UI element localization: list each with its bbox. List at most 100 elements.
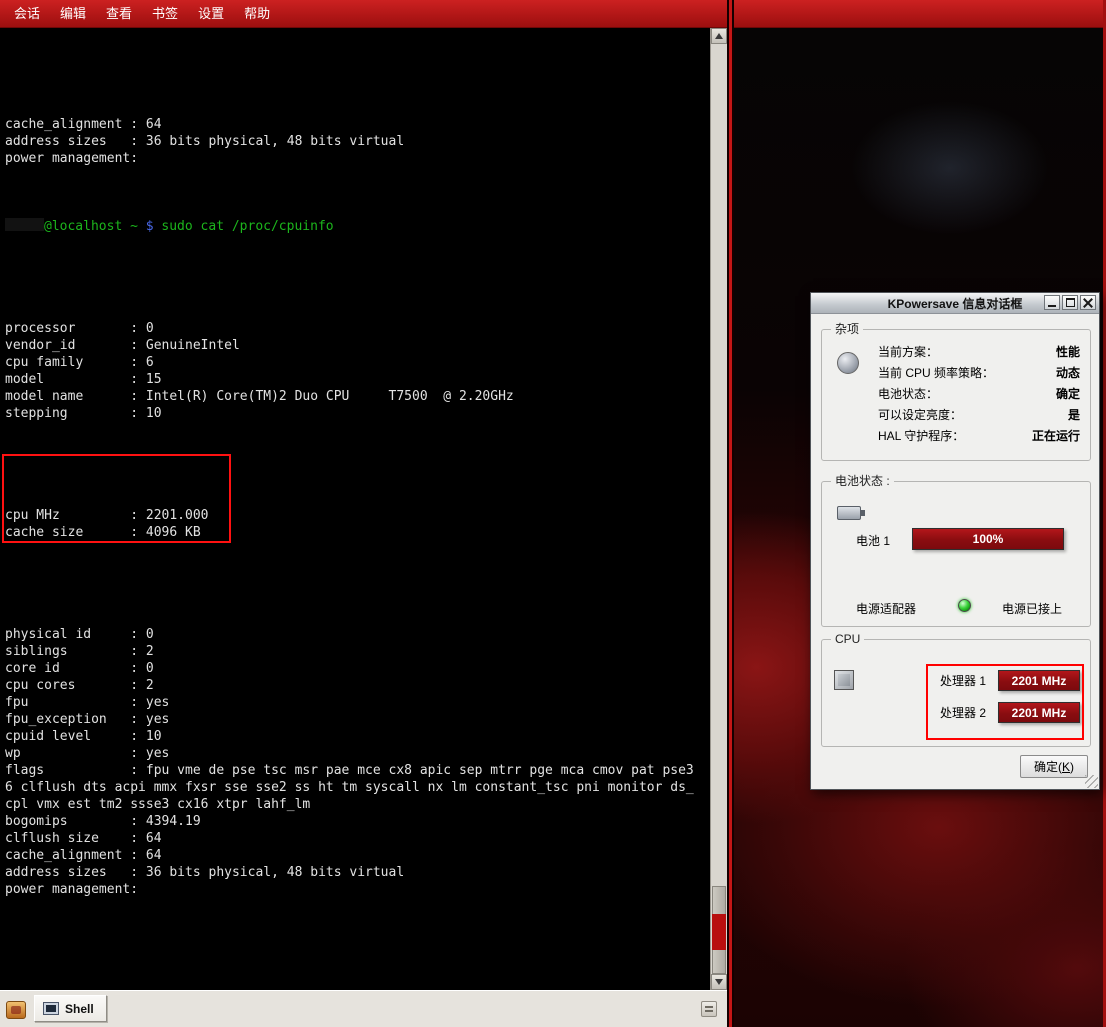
menu-item[interactable]: 会话 bbox=[4, 0, 50, 28]
misc-row: 电池状态： 确定 bbox=[878, 384, 1080, 405]
misc-value: 是 bbox=[1068, 405, 1080, 426]
misc-rows: 当前方案： 性能 当前 CPU 频率策略： 动态 电池状态： 确定 可 bbox=[878, 342, 1080, 447]
prompt-host: @localhost ~ bbox=[44, 219, 138, 234]
prompt-line-1: @localhost ~ $ sudo cat /proc/cpuinfo bbox=[5, 218, 710, 235]
terminal-line: cpu cores : 2 bbox=[5, 677, 710, 694]
terminal-line: model name : Intel(R) Core(TM)2 Duo CPU … bbox=[5, 388, 710, 405]
dialog-title: KPowersave 信息对话框 bbox=[888, 295, 1023, 312]
cpu-label: 处理器 1 bbox=[940, 672, 992, 689]
resize-grip[interactable] bbox=[1085, 775, 1098, 788]
cpu-row: 处理器 2 2201 MHz bbox=[940, 702, 1080, 723]
misc-row: 当前 CPU 频率策略： 动态 bbox=[878, 363, 1080, 384]
terminal-line: address sizes : 36 bits physical, 48 bit… bbox=[5, 864, 710, 881]
misc-row: 当前方案： 性能 bbox=[878, 342, 1080, 363]
terminal-line: vendor_id : GenuineIntel bbox=[5, 337, 710, 354]
scroll-up-button[interactable] bbox=[711, 28, 727, 44]
ok-button[interactable]: 确定(K) bbox=[1020, 755, 1088, 778]
close-button[interactable] bbox=[1080, 295, 1096, 310]
menu-item[interactable]: 查看 bbox=[96, 0, 142, 28]
terminal-line: bogomips : 4394.19 bbox=[5, 813, 710, 830]
misc-value: 动态 bbox=[1056, 363, 1080, 384]
session-menu-icon bbox=[701, 1001, 717, 1017]
terminal-scrollbar[interactable] bbox=[710, 28, 727, 990]
terminal-line: cpu MHz : 2201.000 bbox=[5, 507, 229, 524]
terminal-line: physical id : 0 bbox=[5, 626, 710, 643]
terminal-line: cpu family : 6 bbox=[5, 354, 710, 371]
terminal-line: model : 15 bbox=[5, 371, 710, 388]
terminal-line: clflush size : 64 bbox=[5, 830, 710, 847]
terminal-block-pre: cache_alignment : 64address sizes : 36 b… bbox=[5, 65, 710, 184]
scroll-down-button[interactable] bbox=[711, 974, 727, 990]
ok-label-close: ) bbox=[1070, 760, 1074, 774]
maximize-button[interactable] bbox=[1062, 295, 1078, 310]
terminal-line: cpl vmx est tm2 ssse3 cx16 xtpr lahf_lm bbox=[5, 796, 710, 813]
ok-label: 确定( bbox=[1034, 760, 1062, 774]
session-menu-button[interactable] bbox=[699, 999, 719, 1019]
new-session-button[interactable] bbox=[4, 998, 28, 1022]
terminal-line: power management: bbox=[5, 150, 710, 167]
misc-row: 可以设定亮度： 是 bbox=[878, 405, 1080, 426]
dialog-titlebar[interactable]: KPowersave 信息对话框 bbox=[811, 293, 1099, 314]
misc-value: 正在运行 bbox=[1032, 426, 1080, 447]
menu-item[interactable]: 设置 bbox=[188, 0, 234, 28]
terminal-tab-bar: Shell bbox=[0, 990, 727, 1027]
group-battery: 电池状态 : 电池 1 100% 电源适配器 电源已接上 bbox=[821, 481, 1091, 627]
terminal-line: processor : 0 bbox=[5, 320, 710, 337]
menu-item[interactable]: 书签 bbox=[142, 0, 188, 28]
terminal-line: wp : yes bbox=[5, 745, 710, 762]
terminal-block-cpu0-head: processor : 0vendor_id : GenuineIntelcpu… bbox=[5, 269, 710, 422]
misc-value: 确定 bbox=[1056, 384, 1080, 405]
terminal-line: cpuid level : 10 bbox=[5, 728, 710, 745]
terminal-line: power management: bbox=[5, 881, 710, 898]
cpu-frequency-text: 2201 MHz bbox=[1012, 706, 1067, 720]
kpowersave-dialog: KPowersave 信息对话框 杂项 当前方案： 性能 当前 CP bbox=[810, 292, 1100, 790]
minimize-button[interactable] bbox=[1044, 295, 1060, 310]
desktop-top-bar bbox=[734, 0, 1106, 28]
adapter-status: 电源已接上 bbox=[1002, 600, 1062, 617]
maximize-icon bbox=[1066, 298, 1075, 307]
terminal-line: siblings : 2 bbox=[5, 643, 710, 660]
group-battery-legend: 电池状态 : bbox=[831, 474, 894, 489]
terminal-block-cpu0-rest: physical id : 0siblings : 2core id : 0cp… bbox=[5, 575, 710, 915]
tab-shell-label: Shell bbox=[65, 1002, 94, 1016]
terminal-monitor-icon bbox=[43, 1002, 59, 1015]
battery-progressbar: 100% bbox=[912, 528, 1064, 550]
screen: 会话编辑查看书签设置帮助 cache_alignment : 64address… bbox=[0, 0, 1106, 1027]
battery-icon bbox=[837, 506, 861, 520]
terminal-line: cache_alignment : 64 bbox=[5, 116, 710, 133]
misc-label: 电池状态： bbox=[878, 384, 938, 405]
arrow-down-icon bbox=[715, 979, 723, 985]
menu-item[interactable]: 编辑 bbox=[50, 0, 96, 28]
terminal-output: cache_alignment : 64address sizes : 36 b… bbox=[0, 28, 710, 990]
power-led-icon bbox=[958, 599, 971, 612]
cpu-rows: 处理器 1 2201 MHz 处理器 2 2201 MHz bbox=[940, 670, 1080, 723]
prompt-symbol: $ bbox=[138, 219, 161, 234]
new-session-icon bbox=[6, 1001, 26, 1019]
cpu-icon bbox=[834, 670, 854, 690]
terminal-line: stepping : 10 bbox=[5, 405, 710, 422]
ok-accesskey: K bbox=[1062, 760, 1070, 774]
scrollbar-red-marker bbox=[712, 914, 726, 950]
command-text: sudo cat /proc/cpuinfo bbox=[161, 219, 333, 234]
menu-item[interactable]: 帮助 bbox=[234, 0, 280, 28]
misc-value: 性能 bbox=[1056, 342, 1080, 363]
misc-label: 当前 CPU 频率策略： bbox=[878, 363, 994, 384]
terminal-line: flags : fpu vme de pse tsc msr pae mce c… bbox=[5, 762, 710, 779]
tab-shell[interactable]: Shell bbox=[34, 995, 107, 1022]
misc-label: HAL 守护程序： bbox=[878, 426, 964, 447]
terminal-line: core id : 0 bbox=[5, 660, 710, 677]
terminal-line: cache_alignment : 64 bbox=[5, 847, 710, 864]
misc-row: HAL 守护程序： 正在运行 bbox=[878, 426, 1080, 447]
terminal-line: 6 clflush dts acpi mmx fxsr sse sse2 ss … bbox=[5, 779, 710, 796]
cpuinfo-highlight-box-1: cpu MHz : 2201.000cache size : 4096 KB bbox=[2, 454, 231, 543]
battery-progress-text: 100% bbox=[973, 532, 1004, 546]
cpu-row: 处理器 1 2201 MHz bbox=[940, 670, 1080, 691]
battery-label: 电池 1 bbox=[856, 532, 890, 549]
close-icon bbox=[1083, 298, 1093, 308]
group-misc: 杂项 当前方案： 性能 当前 CPU 频率策略： 动态 电池状态： bbox=[821, 329, 1091, 461]
window-controls bbox=[1044, 295, 1096, 310]
terminal-line: address sizes : 36 bits physical, 48 bit… bbox=[5, 133, 710, 150]
cpu-frequency-text: 2201 MHz bbox=[1012, 674, 1067, 688]
terminal-window[interactable]: cache_alignment : 64address sizes : 36 b… bbox=[0, 28, 727, 990]
terminal-line bbox=[5, 898, 710, 915]
